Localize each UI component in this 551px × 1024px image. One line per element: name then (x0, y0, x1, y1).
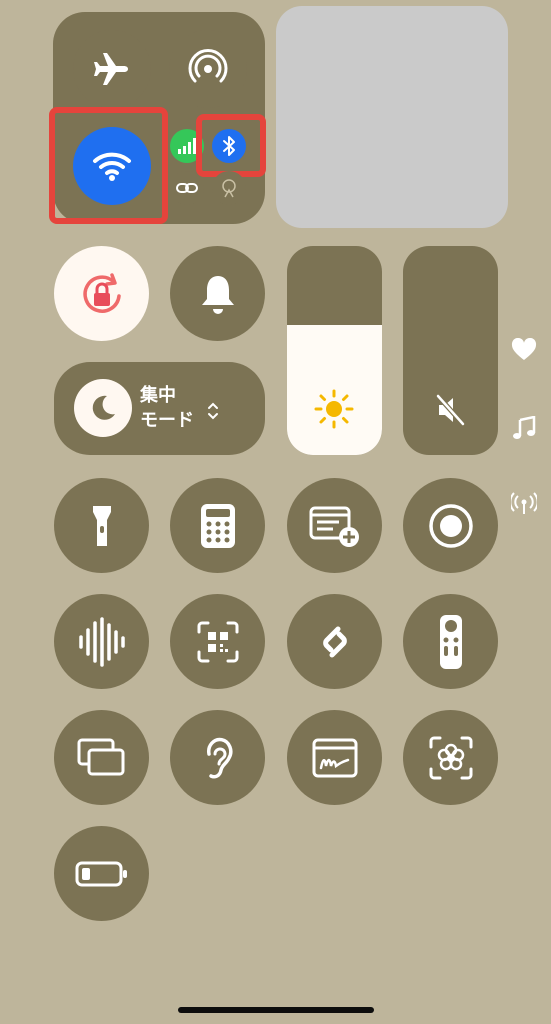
airplane-mode-button[interactable] (73, 30, 151, 108)
focus-moon-circle (74, 379, 132, 437)
waveform-icon (78, 616, 125, 667)
moon-icon (92, 395, 115, 420)
calculator-button[interactable] (170, 478, 265, 573)
silent-mode-button[interactable] (170, 246, 265, 341)
link-icon (176, 183, 198, 193)
personal-hotspot-button[interactable] (170, 171, 204, 205)
screen-mirroring-button[interactable] (54, 710, 149, 805)
signature-board-icon (312, 738, 357, 777)
antenna-icon[interactable] (511, 492, 537, 516)
shazam-button[interactable] (287, 594, 382, 689)
flashlight-button[interactable] (54, 478, 149, 573)
airplane-icon (94, 53, 128, 85)
shazam-icon (322, 626, 347, 657)
record-icon (428, 503, 473, 548)
quick-note-button[interactable] (287, 478, 382, 573)
voice-memo-button[interactable] (54, 594, 149, 689)
freeform-button[interactable] (287, 710, 382, 805)
note-add-icon (309, 506, 359, 547)
focus-label-line2: モード (140, 410, 194, 431)
heart-icon[interactable] (511, 338, 537, 362)
remote-icon (439, 614, 462, 669)
cellular-icon (178, 138, 196, 154)
calculator-icon (200, 503, 235, 548)
vpn-button[interactable] (212, 171, 246, 205)
flashlight-icon (92, 505, 111, 546)
qr-code-icon (197, 621, 238, 662)
media-panel[interactable] (276, 6, 508, 228)
visual-lookup-button[interactable] (403, 710, 498, 805)
apple-tv-remote-button[interactable] (403, 594, 498, 689)
bluetooth-highlight-box (196, 114, 266, 177)
speaker-muted-icon (436, 394, 465, 426)
low-power-mode-button[interactable] (54, 826, 149, 921)
airdrop-button[interactable] (169, 30, 247, 108)
wifi-highlight-box (49, 107, 168, 224)
hearing-button[interactable] (170, 710, 265, 805)
code-scanner-button[interactable] (170, 594, 265, 689)
rotation-lock-button[interactable] (54, 246, 149, 341)
scan-flower-icon (429, 736, 472, 779)
screen-recording-button[interactable] (403, 478, 498, 573)
ear-icon (206, 737, 232, 778)
chevron-up-down-icon (208, 402, 218, 420)
focus-label-line1: 集中 (140, 385, 176, 406)
hotspot-icon (222, 179, 236, 198)
music-note-icon[interactable] (512, 416, 536, 442)
battery-icon (75, 861, 127, 886)
screen-mirroring-icon (77, 738, 124, 775)
airdrop-icon (188, 49, 228, 83)
sun-icon (314, 389, 354, 429)
volume-slider[interactable] (403, 246, 498, 455)
home-indicator[interactable] (178, 1007, 374, 1013)
bell-icon (201, 275, 234, 314)
rotation-lock-icon (82, 272, 121, 313)
brightness-slider[interactable] (287, 246, 382, 455)
